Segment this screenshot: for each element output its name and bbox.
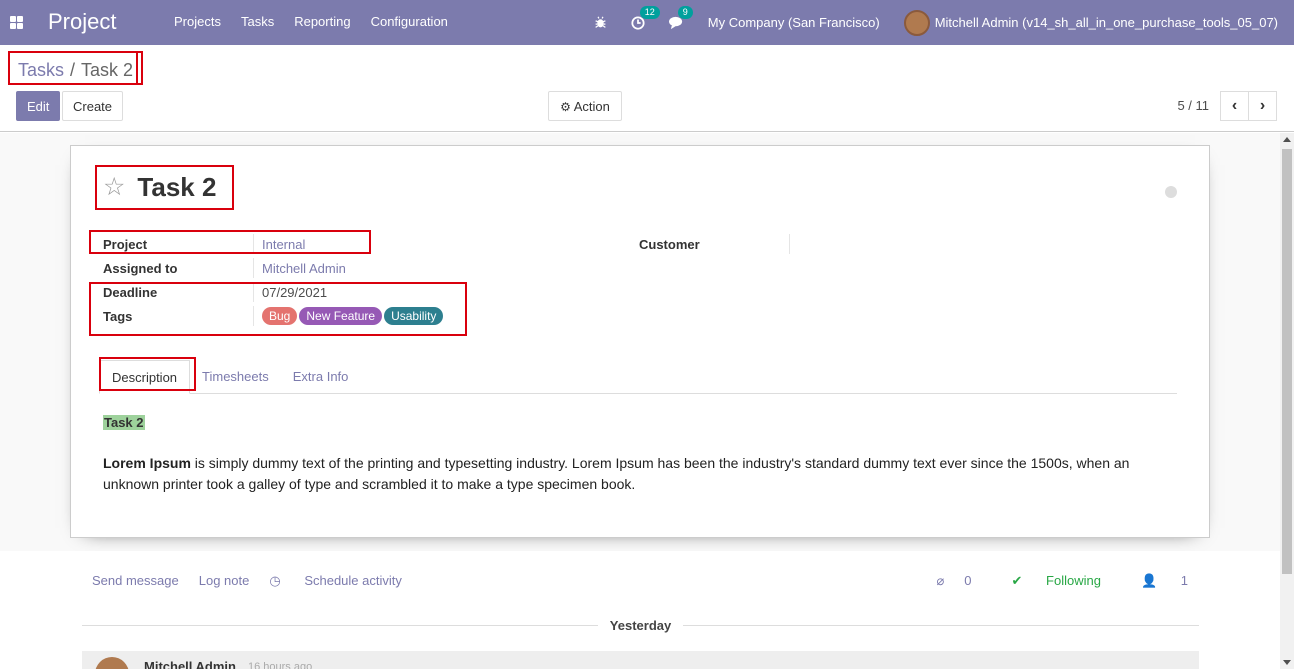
attachment-button[interactable]: ⌀ 0: [916, 573, 971, 589]
user-icon: 👤: [1140, 573, 1158, 588]
pager-next-button[interactable]: ›: [1248, 91, 1277, 121]
menu-tasks[interactable]: Tasks: [231, 14, 284, 29]
followers-button[interactable]: 👤 1: [1121, 573, 1188, 589]
assigned-label: Assigned to: [103, 260, 178, 276]
followers-count: 1: [1180, 573, 1188, 588]
message-count-badge: 9: [677, 5, 693, 19]
menu-reporting[interactable]: Reporting: [284, 14, 360, 29]
pager-value[interactable]: 5 / 11: [1177, 98, 1209, 113]
user-menu[interactable]: Mitchell Admin (v14_sh_all_in_one_purcha…: [903, 9, 1278, 36]
scroll-thumb[interactable]: [1282, 149, 1292, 574]
main-menu: Projects Tasks Reporting Configuration: [164, 14, 458, 29]
app-brand[interactable]: Project: [48, 9, 116, 35]
form-sheet: ☆ Task 2 Project Internal Customer Assig…: [70, 145, 1210, 538]
highlight-project: [89, 230, 371, 254]
create-button[interactable]: Create: [62, 91, 124, 121]
date-separator-label: Yesterday: [609, 617, 672, 633]
form-view: ☆ Task 2 Project Internal Customer Assig…: [0, 133, 1280, 669]
highlight-breadcrumb: [8, 51, 138, 85]
chatter: Send message Log note ◷ Schedule activit…: [0, 551, 1280, 669]
log-note-button[interactable]: Log note: [199, 573, 250, 589]
following-label: Following: [1046, 573, 1101, 588]
company-switcher[interactable]: My Company (San Francisco): [708, 15, 880, 30]
description-lead: Lorem Ipsum: [103, 455, 191, 471]
tab-timesheets[interactable]: Timesheets: [190, 360, 281, 393]
clock-icon: ◷: [269, 573, 281, 588]
schedule-activity-button[interactable]: ◷ Schedule activity: [269, 573, 422, 589]
chatter-actions: ⌀ 0 ✔ Following 👤 1: [896, 573, 1188, 589]
systray: 12 9 My Company (San Francisco) Mitchell…: [570, 0, 1278, 45]
field-divider: [253, 258, 254, 278]
kanban-state-indicator[interactable]: [1165, 186, 1177, 198]
message-time: 16 hours ago: [248, 661, 313, 669]
paperclip-icon: ⌀: [936, 573, 945, 588]
message-item: Mitchell Admin 16 hours ago: [82, 651, 1199, 669]
menu-projects[interactable]: Projects: [164, 14, 231, 29]
activity-icon[interactable]: 12: [631, 5, 660, 30]
action-button[interactable]: ⚙ Action: [548, 91, 622, 121]
description-content[interactable]: Task 2 Lorem Ipsum is simply dummy text …: [103, 412, 1153, 495]
message-avatar[interactable]: [95, 657, 129, 669]
messaging-icon[interactable]: 9: [668, 5, 693, 30]
schedule-activity-label: Schedule activity: [304, 573, 402, 588]
task-title-area: ☆ Task 2: [95, 165, 234, 210]
bug-icon[interactable]: [594, 16, 607, 29]
check-icon: ✔: [1011, 573, 1023, 588]
description-heading: Task 2: [103, 415, 145, 430]
activity-count-badge: 12: [639, 5, 660, 19]
following-button[interactable]: ✔ Following: [992, 573, 1101, 589]
field-assigned: Assigned to Mitchell Admin: [103, 256, 346, 280]
attachment-count: 0: [964, 573, 972, 588]
pager-previous-button[interactable]: ‹: [1220, 91, 1249, 121]
control-panel: Tasks / Task 2 Edit Create ⚙ Action 5 / 11…: [0, 45, 1294, 132]
highlight-description-tab: [99, 357, 196, 391]
field-customer: Customer: [639, 232, 798, 256]
field-divider: [789, 234, 790, 254]
top-navbar: Project Projects Tasks Reporting Configu…: [0, 0, 1294, 45]
message-author[interactable]: Mitchell Admin: [144, 659, 236, 669]
chatter-topbar: Send message Log note ◷ Schedule activit…: [92, 573, 442, 589]
assigned-value[interactable]: Mitchell Admin: [262, 261, 346, 276]
star-icon[interactable]: ☆: [103, 175, 125, 200]
vertical-scrollbar[interactable]: [1280, 133, 1294, 669]
menu-configuration[interactable]: Configuration: [361, 14, 458, 29]
apps-menu-icon[interactable]: [10, 16, 23, 29]
scroll-down-icon[interactable]: [1283, 660, 1291, 665]
scroll-up-icon[interactable]: [1283, 137, 1291, 142]
chevron-right-icon: ›: [1259, 97, 1266, 114]
user-name: Mitchell Admin (v14_sh_all_in_one_purcha…: [934, 15, 1278, 30]
tab-extra-info[interactable]: Extra Info: [281, 360, 361, 393]
action-label: Action: [573, 98, 610, 114]
divider: [683, 624, 1199, 626]
divider: [82, 624, 598, 626]
gear-icon: ⚙: [560, 99, 571, 114]
highlight-deadline-tags: [89, 282, 467, 336]
send-message-button[interactable]: Send message: [92, 573, 179, 589]
description-body: is simply dummy text of the printing and…: [103, 455, 1130, 492]
notebook-tabs: Description Timesheets Extra Info: [99, 360, 1177, 394]
task-title: Task 2: [137, 172, 217, 202]
date-separator: Yesterday: [82, 615, 1199, 635]
chevron-left-icon: ‹: [1231, 97, 1238, 114]
edit-button[interactable]: Edit: [16, 91, 61, 121]
customer-label: Customer: [639, 236, 700, 252]
user-avatar: [903, 9, 930, 36]
